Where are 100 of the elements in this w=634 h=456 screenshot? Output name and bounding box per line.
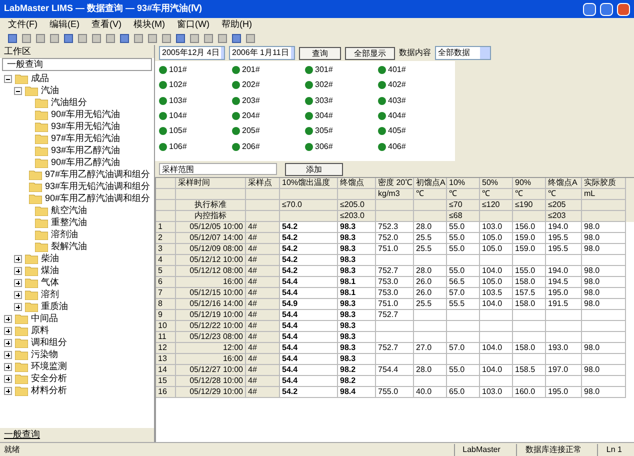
tree-item[interactable]: 安全分析 — [31, 372, 67, 386]
table-cell: 4# — [246, 299, 280, 310]
sample-point-label[interactable]: 306# — [315, 140, 333, 153]
tree-item[interactable]: 97#车用乙醇汽油调和组分 — [44, 168, 150, 182]
expand-toggle[interactable] — [4, 315, 12, 323]
expand-toggle[interactable] — [4, 351, 12, 359]
sample-point-label[interactable]: 104# — [169, 110, 187, 122]
table-cell: 103.0 — [480, 387, 513, 398]
expand-toggle[interactable] — [14, 255, 22, 263]
expand-toggle[interactable] — [4, 327, 12, 335]
range-field[interactable]: 采样范围 — [159, 163, 277, 175]
sample-point-label[interactable]: 406# — [388, 140, 406, 153]
tree-item[interactable]: 裂解汽油 — [51, 240, 87, 254]
expand-toggle[interactable] — [14, 267, 22, 275]
close-button[interactable] — [617, 2, 630, 16]
sample-point-label[interactable]: 401# — [388, 64, 406, 76]
table-cell — [376, 376, 414, 387]
sample-point-label[interactable]: 205# — [242, 125, 260, 138]
minimize-button[interactable] — [583, 2, 596, 16]
sample-point-icon — [305, 127, 313, 136]
sample-point-label[interactable]: 303# — [315, 94, 333, 107]
expand-toggle[interactable] — [4, 339, 12, 347]
sample-point-label[interactable]: 302# — [315, 79, 333, 92]
sample-point-label[interactable]: 301# — [315, 64, 333, 76]
expand-toggle[interactable] — [4, 75, 12, 83]
tree-item[interactable]: 原料 — [31, 324, 49, 338]
sample-point-label[interactable]: 101# — [169, 64, 187, 76]
tree-item[interactable]: 溶剂 — [41, 288, 59, 302]
table-cell: 54.4 — [280, 365, 338, 376]
expand-toggle[interactable] — [4, 363, 12, 371]
expand-toggle[interactable] — [14, 303, 22, 311]
sample-point-label[interactable]: 203# — [242, 94, 260, 107]
menu-item[interactable]: 模块(M) — [134, 18, 165, 32]
sample-point-label[interactable]: 305# — [315, 125, 333, 138]
search-button[interactable]: 查询 — [299, 46, 341, 60]
tree-item[interactable]: 材料分析 — [31, 384, 67, 398]
date-combo[interactable]: 全部数据 — [435, 46, 491, 60]
expand-toggle[interactable] — [14, 291, 22, 299]
tree-item[interactable]: 煤油 — [41, 264, 59, 278]
tree-item[interactable]: 97#车用无铅汽油 — [51, 132, 120, 146]
tree-item[interactable]: 93#车用无铅汽油 — [51, 120, 120, 134]
limit-cell: ≤203 — [546, 211, 582, 222]
tree-item[interactable]: 93#车用乙醇汽油 — [51, 144, 120, 158]
sample-point-label[interactable]: 102# — [169, 79, 187, 92]
tree-item[interactable]: 气体 — [41, 276, 59, 290]
sample-point-label[interactable]: 206# — [242, 140, 260, 153]
expand-toggle[interactable] — [4, 375, 12, 383]
sample-point-label[interactable]: 404# — [388, 110, 406, 122]
sample-point-label[interactable]: 402# — [388, 79, 406, 92]
sample-point-label[interactable]: 201# — [242, 64, 260, 76]
table-cell — [582, 354, 626, 365]
show-all-button[interactable]: 全部显示 — [345, 46, 395, 60]
sample-point-label[interactable]: 405# — [388, 125, 406, 138]
sample-point-label[interactable]: 105# — [169, 125, 187, 138]
sample-point-label[interactable]: 106# — [169, 140, 187, 153]
table-cell — [414, 255, 447, 266]
tree-item[interactable]: 93#车用无铅汽油调和组分 — [44, 180, 150, 194]
tree-item[interactable]: 中间品 — [31, 312, 58, 326]
table-cell — [513, 376, 546, 387]
folder-icon — [28, 170, 42, 180]
sample-point-label[interactable]: 304# — [315, 110, 333, 122]
menu-item[interactable]: 帮助(H) — [222, 18, 252, 32]
add-button[interactable]: 添加 — [285, 162, 343, 176]
expand-toggle[interactable] — [14, 279, 22, 287]
sample-point-label[interactable]: 403# — [388, 94, 406, 107]
tree-item[interactable]: 航空汽油 — [51, 204, 87, 218]
date-combo[interactable]: 2006年 1月11日 — [229, 46, 295, 60]
table-cell: 98.3 — [338, 244, 376, 255]
table-cell — [414, 310, 447, 321]
tree-item[interactable]: 成品 — [31, 72, 49, 86]
table-cell: 54.4 — [280, 321, 338, 332]
tree-item[interactable]: 柴油 — [41, 252, 59, 266]
menu-item[interactable]: 文件(F) — [8, 18, 38, 32]
date-combo[interactable]: 2005年12月 4日 — [159, 46, 225, 60]
table-cell: 98.2 — [338, 376, 376, 387]
maximize-button[interactable] — [600, 2, 613, 16]
table-cell: 98.3 — [338, 310, 376, 321]
table-cell: 753.0 — [376, 288, 414, 299]
table-cell — [513, 354, 546, 365]
tree-item[interactable]: 90#车用乙醇汽油调和组分 — [44, 192, 150, 206]
menu-item[interactable]: 编辑(E) — [50, 18, 80, 32]
tree-item[interactable]: 重质油 — [41, 300, 68, 314]
tree-item[interactable]: 90#车用乙醇汽油 — [51, 156, 120, 170]
tree-item[interactable]: 环境监测 — [31, 360, 67, 374]
sample-point-label[interactable]: 103# — [169, 94, 187, 107]
sample-point-label[interactable]: 204# — [242, 110, 260, 122]
query-dropdown[interactable]: 一般查询 — [2, 58, 152, 71]
tree-item[interactable]: 汽油组分 — [51, 96, 87, 110]
expand-toggle[interactable] — [14, 87, 22, 95]
tree-item[interactable]: 调和组分 — [31, 336, 67, 350]
expand-toggle[interactable] — [4, 387, 12, 395]
tree-item[interactable]: 重整汽油 — [51, 216, 87, 230]
tree-item[interactable]: 90#车用无铅汽油 — [51, 108, 120, 122]
sample-point-label[interactable]: 202# — [242, 79, 260, 92]
tree-item[interactable]: 污染物 — [31, 348, 58, 362]
tree-item[interactable]: 汽油 — [41, 84, 59, 98]
menu-item[interactable]: 窗口(W) — [177, 18, 210, 32]
table-cell: 05/12/23 08:00 — [176, 332, 246, 343]
tree-item[interactable]: 溶剂油 — [51, 228, 78, 242]
menu-item[interactable]: 查看(V) — [92, 18, 122, 32]
